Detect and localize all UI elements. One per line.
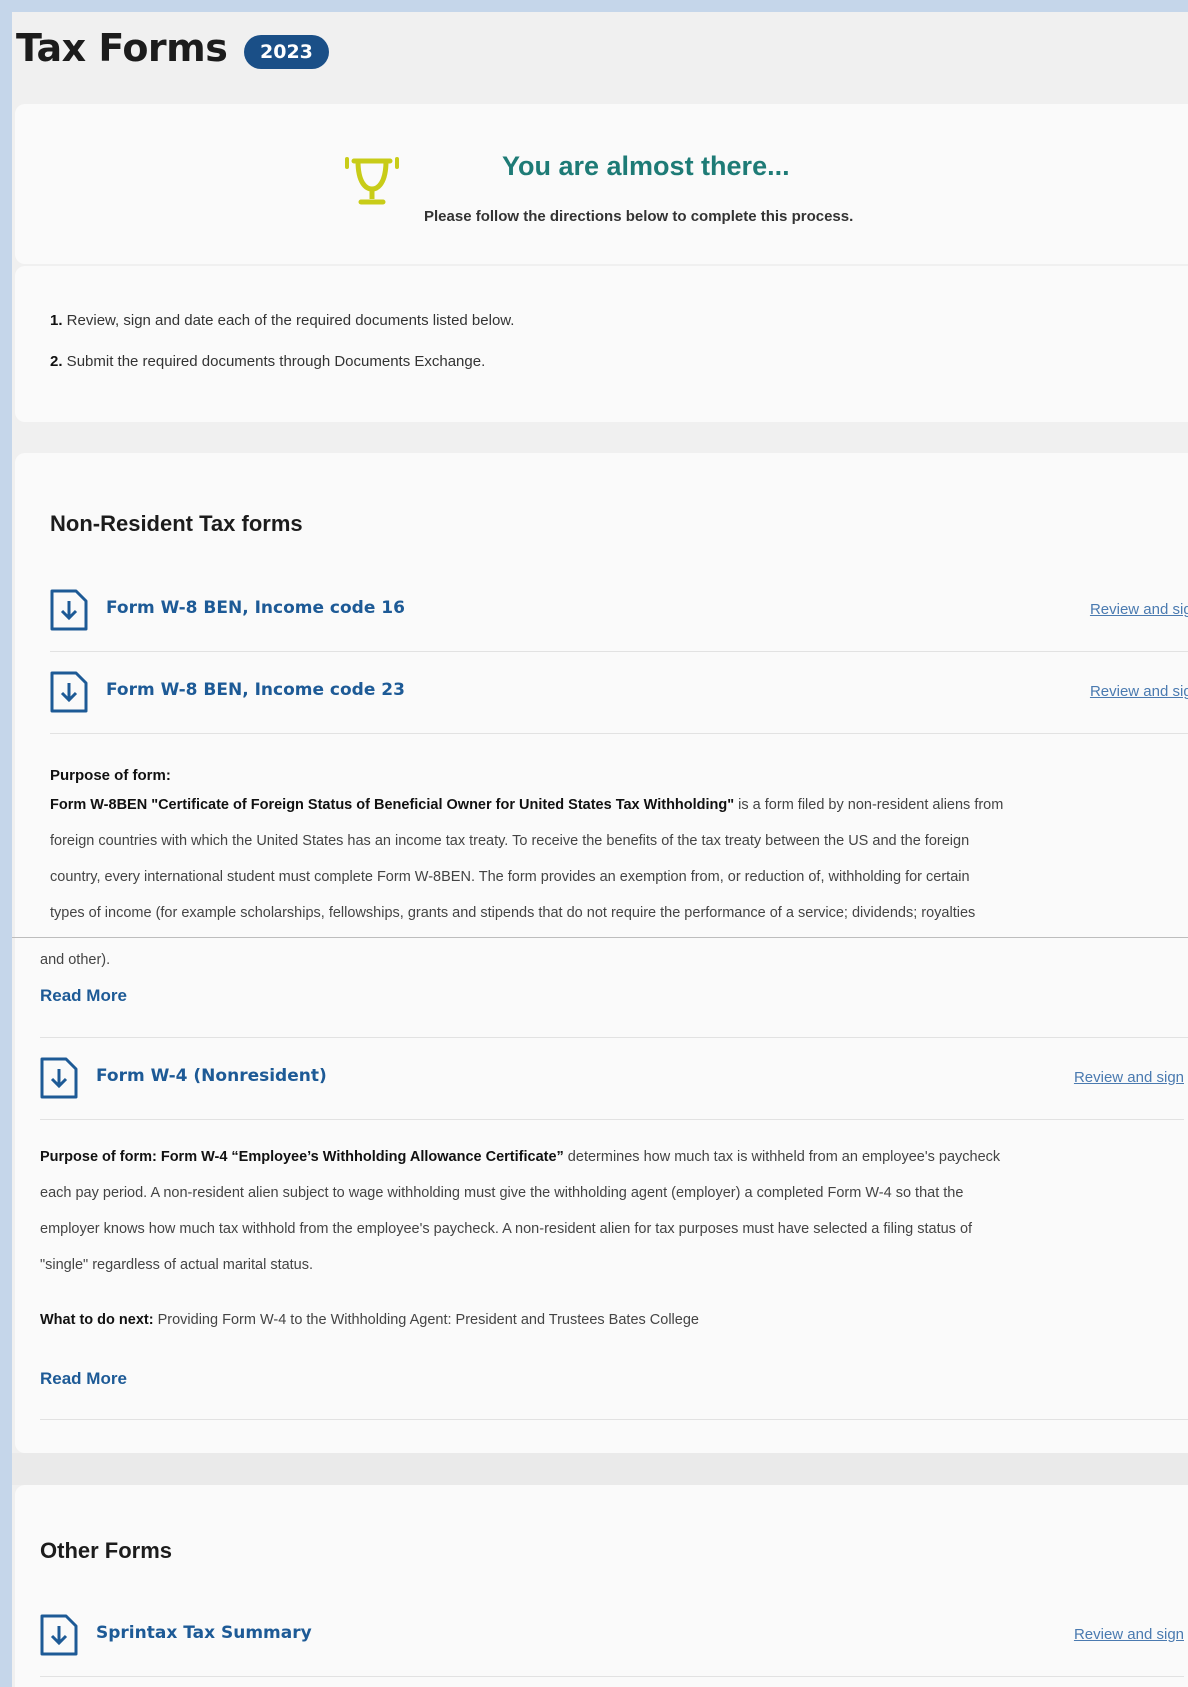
form-row-w4: Form W-4 (Nonresident) Review and sign bbox=[40, 1037, 1184, 1120]
screenshot-seam-divider bbox=[12, 937, 1188, 938]
step-1: 1. Review, sign and date each of the req… bbox=[50, 312, 514, 329]
step-2: 2. Submit the required documents through… bbox=[50, 353, 485, 370]
steps-card bbox=[15, 266, 1188, 422]
read-more-link-w8[interactable]: Read More bbox=[40, 986, 127, 1006]
form-row-w8-16: Form W-8 BEN, Income code 16 Review and … bbox=[50, 569, 1188, 652]
w8-purpose-paragraph: Form W-8BEN "Certificate of Foreign Stat… bbox=[50, 787, 1188, 931]
w8-purpose-line-1: is a form filed by non-resident aliens f… bbox=[734, 797, 1004, 813]
divider bbox=[40, 1419, 1188, 1420]
form-name-w8-16[interactable]: Form W-8 BEN, Income code 16 bbox=[106, 598, 405, 618]
w8-purpose-line-2: foreign countries with which the United … bbox=[50, 833, 970, 849]
review-and-sign-link-w8-23[interactable]: Review and sign bbox=[1090, 683, 1188, 700]
read-more-link-w4[interactable]: Read More bbox=[40, 1369, 127, 1389]
download-document-icon[interactable] bbox=[50, 671, 88, 713]
what-to-do-next-label: What to do next: bbox=[40, 1312, 154, 1328]
review-and-sign-link-sprintax[interactable]: Review and sign bbox=[1074, 1626, 1184, 1643]
step-2-number: 2. bbox=[50, 353, 63, 370]
hero-subtitle: Please follow the directions below to co… bbox=[424, 208, 854, 225]
w4-purpose-paragraph: Purpose of form: Form W-4 “Employee’s Wi… bbox=[40, 1139, 1188, 1283]
w8-purpose-line-5: and other). bbox=[40, 952, 111, 968]
hero-title: You are almost there... bbox=[502, 151, 790, 181]
w4-purpose-bold: Purpose of form: Form W-4 “Employee’s Wi… bbox=[40, 1149, 564, 1165]
trophy-icon bbox=[345, 157, 399, 205]
w8-purpose-line-3: country, every international student mus… bbox=[50, 869, 970, 885]
year-badge: 2023 bbox=[244, 35, 329, 69]
download-document-icon[interactable] bbox=[50, 589, 88, 631]
step-1-text: Review, sign and date each of the requir… bbox=[62, 312, 515, 329]
w8-purpose-bold: Form W-8BEN "Certificate of Foreign Stat… bbox=[50, 797, 735, 813]
w4-purpose-line-4: "single" regardless of actual marital st… bbox=[40, 1257, 314, 1273]
purpose-label: Purpose of form: bbox=[50, 767, 171, 784]
page-title: Tax Forms bbox=[16, 26, 228, 70]
w4-purpose-line-1: determines how much tax is withheld from… bbox=[563, 1149, 1001, 1165]
download-document-icon[interactable] bbox=[40, 1614, 78, 1656]
form-name-sprintax[interactable]: Sprintax Tax Summary bbox=[96, 1623, 312, 1643]
form-row-sprintax: Sprintax Tax Summary Review and sign bbox=[40, 1594, 1184, 1677]
section-gap bbox=[12, 1453, 1188, 1485]
download-document-icon[interactable] bbox=[40, 1057, 78, 1099]
step-1-number: 1. bbox=[50, 312, 63, 329]
what-to-do-next: What to do next: Providing Form W-4 to t… bbox=[40, 1302, 1180, 1338]
w8-purpose-line-4: types of income (for example scholarship… bbox=[50, 905, 976, 921]
w4-purpose-line-2: each pay period. A non-resident alien su… bbox=[40, 1185, 964, 1201]
page-canvas: Tax Forms 2023 You are almost there... P… bbox=[12, 12, 1188, 1687]
section-title-other-forms: Other Forms bbox=[40, 1538, 173, 1563]
step-2-text: Submit the required documents through Do… bbox=[62, 353, 486, 370]
form-name-w8-23[interactable]: Form W-8 BEN, Income code 23 bbox=[106, 680, 405, 700]
hero-card bbox=[15, 104, 1188, 264]
review-and-sign-link-w4[interactable]: Review and sign bbox=[1074, 1069, 1184, 1086]
w4-purpose-line-3: employer knows how much tax withhold fro… bbox=[40, 1221, 973, 1237]
form-row-w8-23: Form W-8 BEN, Income code 23 Review and … bbox=[50, 651, 1188, 734]
section-title-non-resident: Non-Resident Tax forms bbox=[50, 511, 303, 536]
what-to-do-next-text: Providing Form W-4 to the Withholding Ag… bbox=[153, 1312, 699, 1328]
review-and-sign-link-w8-16[interactable]: Review and sign bbox=[1090, 601, 1188, 618]
form-name-w4[interactable]: Form W-4 (Nonresident) bbox=[96, 1066, 327, 1086]
